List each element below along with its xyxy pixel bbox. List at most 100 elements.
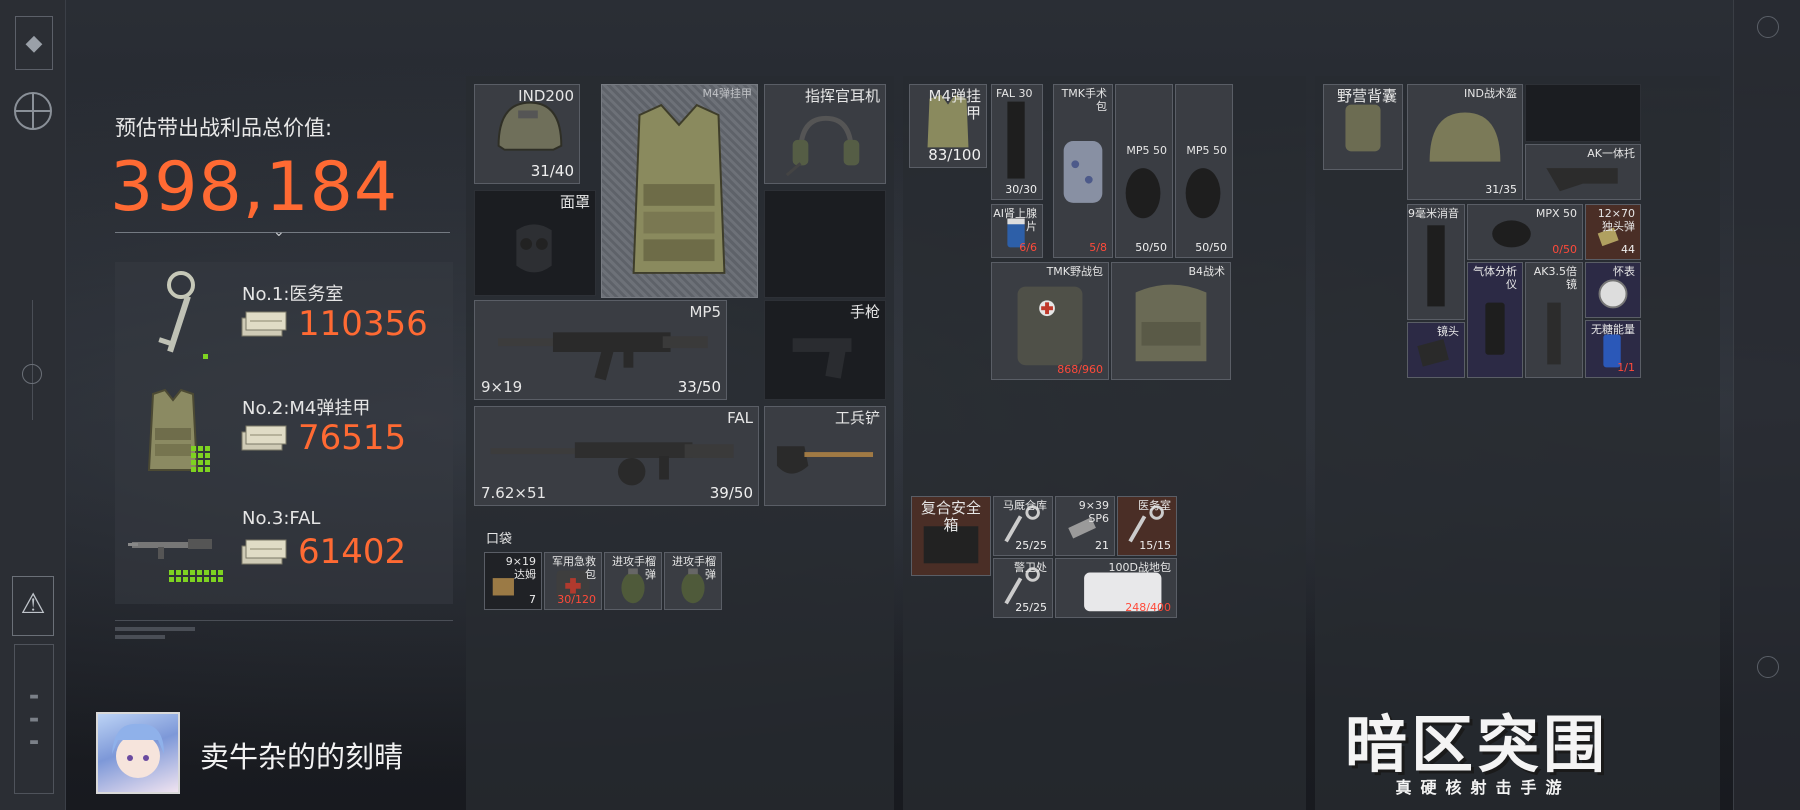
backpack-item[interactable]: IND战术盔 31/35 (1407, 84, 1523, 200)
slot-name: M4弹挂甲 (702, 87, 753, 100)
brand-title: 暗区突围 (1344, 708, 1609, 781)
slot-name: 9毫米消音 (1408, 207, 1459, 220)
slot-name: 军用急救 包 (552, 555, 596, 581)
hud-decoration (115, 620, 453, 666)
backpack-item[interactable]: AK3.5倍 镜 (1525, 262, 1583, 378)
slot-name: 怀表 (1613, 265, 1635, 278)
slot-count: 44 (1621, 243, 1635, 256)
rig-item-slot[interactable]: MP5 50 50/50 (1115, 84, 1173, 258)
key-icon (123, 264, 223, 370)
rig-item-slot[interactable]: B4战术 (1111, 262, 1231, 380)
backpack-icon (1135, 284, 1207, 362)
value-grid-icon (169, 570, 223, 582)
slot-name: 手枪 (849, 303, 880, 321)
cash-icon (241, 539, 287, 565)
backpack-item[interactable]: 12×70 独头弹 44 (1585, 204, 1641, 260)
slot-name: 气体分析 仪 (1473, 265, 1517, 291)
backpack-item[interactable]: 无糖能量 1/1 (1585, 320, 1641, 378)
empty-slot[interactable] (1525, 84, 1641, 142)
right-edge-decoration (1733, 0, 1800, 810)
list-item[interactable]: No.1:医务室 110356 (115, 262, 453, 372)
rig-item-slot[interactable]: TMK手术 包 5/8 (1053, 84, 1113, 258)
ammo-count: 33/50 (677, 378, 721, 396)
vest-slot[interactable]: M4弹挂甲 (601, 84, 758, 298)
pocket-slot[interactable]: 进攻手榴 弹 (664, 552, 722, 610)
ammo-type: 9×19 (481, 378, 523, 396)
rig-item-slot[interactable]: AI肾上腺片 6/6 (991, 204, 1043, 258)
slot-count: 30/30 (1005, 183, 1037, 196)
rig-item-slot[interactable]: TMK野战包 868/960 (991, 262, 1109, 380)
total-value-label: 预估带出战利品总价值: (115, 116, 333, 140)
cash-icon (241, 311, 287, 337)
rail-code-decoration: ▬ ▬ ▬ (14, 644, 54, 794)
slot-durability: 31/40 (530, 162, 574, 180)
ammo-type: 7.62×51 (481, 484, 547, 502)
player-name: 卖牛杂的的刻晴 (200, 740, 404, 774)
pistol-slot[interactable]: 手枪 (764, 300, 886, 400)
value-grid-icon (191, 446, 210, 472)
slot-count: 0/50 (1552, 243, 1577, 256)
slot-name: M4弹挂 甲 (928, 87, 982, 123)
slot-name: 野营背囊 (1336, 87, 1397, 105)
backpack-item[interactable]: 怀表 (1585, 262, 1641, 318)
slot-count: 6/6 (1019, 241, 1037, 254)
headset-slot[interactable]: 指挥官耳机 (764, 84, 886, 184)
secondary-weapon-slot[interactable]: FAL 7.62×51 39/50 (474, 406, 759, 506)
backpack-item[interactable]: AK一体托 (1525, 144, 1641, 200)
top-loot-list: No.1:医务室 110356 No.2:M4弹挂甲 76515 No.3:FA… (115, 262, 453, 604)
safebox-item[interactable]: 马厩仓库 25/25 (993, 496, 1053, 556)
pocket-slot[interactable]: 军用急救 包 30/120 (544, 552, 602, 610)
backpack-item[interactable]: 气体分析 仪 (1467, 262, 1523, 378)
chevron-down-icon[interactable]: ⌄ (273, 224, 285, 240)
slot-count: 25/25 (1015, 601, 1047, 614)
warning-icon: ⚠ (12, 576, 54, 636)
list-item[interactable]: No.3:FAL 61402 (115, 490, 453, 600)
top-item-name: No.3:FAL (242, 508, 321, 529)
top-item-name: No.2:M4弹挂甲 (242, 398, 371, 419)
backpack-item[interactable]: MPX 50 0/50 (1467, 204, 1583, 260)
slot-name: TMK野战包 (1046, 265, 1103, 278)
rifle-icon (123, 492, 223, 598)
safebox-slot[interactable]: 复合安全 箱 (911, 496, 991, 576)
rig-item-slot[interactable]: FAL 30 30/30 (991, 84, 1043, 200)
slot-count: 248/400 (1125, 601, 1171, 614)
equipment-panel: IND200 31/40 M4弹挂甲 指挥官耳机 面罩 MP5 9×19 33/… (466, 76, 894, 810)
ammo-count: 39/50 (709, 484, 753, 502)
crosshair-icon (1757, 16, 1779, 38)
safebox-item[interactable]: 100D战地包 248/400 (1055, 558, 1177, 618)
safebox-item[interactable]: 9×39 SP6 21 (1055, 496, 1115, 556)
primary-weapon-slot[interactable]: MP5 9×19 33/50 (474, 300, 727, 400)
backpack-slot[interactable]: 野营背囊 (1323, 84, 1403, 170)
mask-slot[interactable]: 面罩 (474, 190, 596, 296)
pocket-slot[interactable]: 9×19 达姆 7 (484, 552, 542, 610)
top-item-value: 110356 (298, 304, 428, 344)
rig-item-slot[interactable]: MP5 50 50/50 (1175, 84, 1233, 258)
slot-name: 100D战地包 (1108, 561, 1171, 574)
backpack-item[interactable]: 镜头 (1407, 322, 1465, 378)
helmet-slot[interactable]: IND200 31/40 (474, 84, 580, 184)
rig-vest-slot[interactable]: M4弹挂 甲 83/100 (909, 84, 987, 168)
rig-panel: M4弹挂 甲 83/100 FAL 30 30/30 TMK手术 包 5/8 M… (903, 76, 1306, 810)
list-item[interactable]: No.2:M4弹挂甲 76515 (115, 376, 453, 486)
slot-name: 9×39 SP6 (1078, 499, 1109, 525)
rail-divider (32, 300, 33, 420)
safebox-item[interactable]: 警卫处 25/25 (993, 558, 1053, 618)
slot-name: TMK手术 包 (1061, 87, 1107, 113)
slot-name: 镜头 (1437, 325, 1459, 338)
backpack-item[interactable]: 9毫米消音 (1407, 204, 1465, 320)
slot-name: B4战术 (1188, 265, 1225, 278)
slot-name: AI肾上腺片 (993, 207, 1037, 233)
slot-name: AK3.5倍 镜 (1533, 265, 1577, 291)
slot-count: 25/25 (1015, 539, 1047, 552)
slot-count: 50/50 (1195, 241, 1227, 254)
crosshair-icon (1757, 656, 1779, 678)
cash-icon (241, 425, 287, 451)
slot-name: 警卫处 (1014, 561, 1047, 574)
slot-name: 12×70 独头弹 (1597, 207, 1635, 233)
empty-slot[interactable] (764, 190, 886, 298)
pocket-slot[interactable]: 进攻手榴 弹 (604, 552, 662, 610)
melee-slot[interactable]: 工兵铲 (764, 406, 886, 506)
safebox-item[interactable]: 医务室 15/15 (1117, 496, 1177, 556)
avatar[interactable] (96, 712, 180, 794)
slot-name: 指挥官耳机 (804, 87, 880, 105)
